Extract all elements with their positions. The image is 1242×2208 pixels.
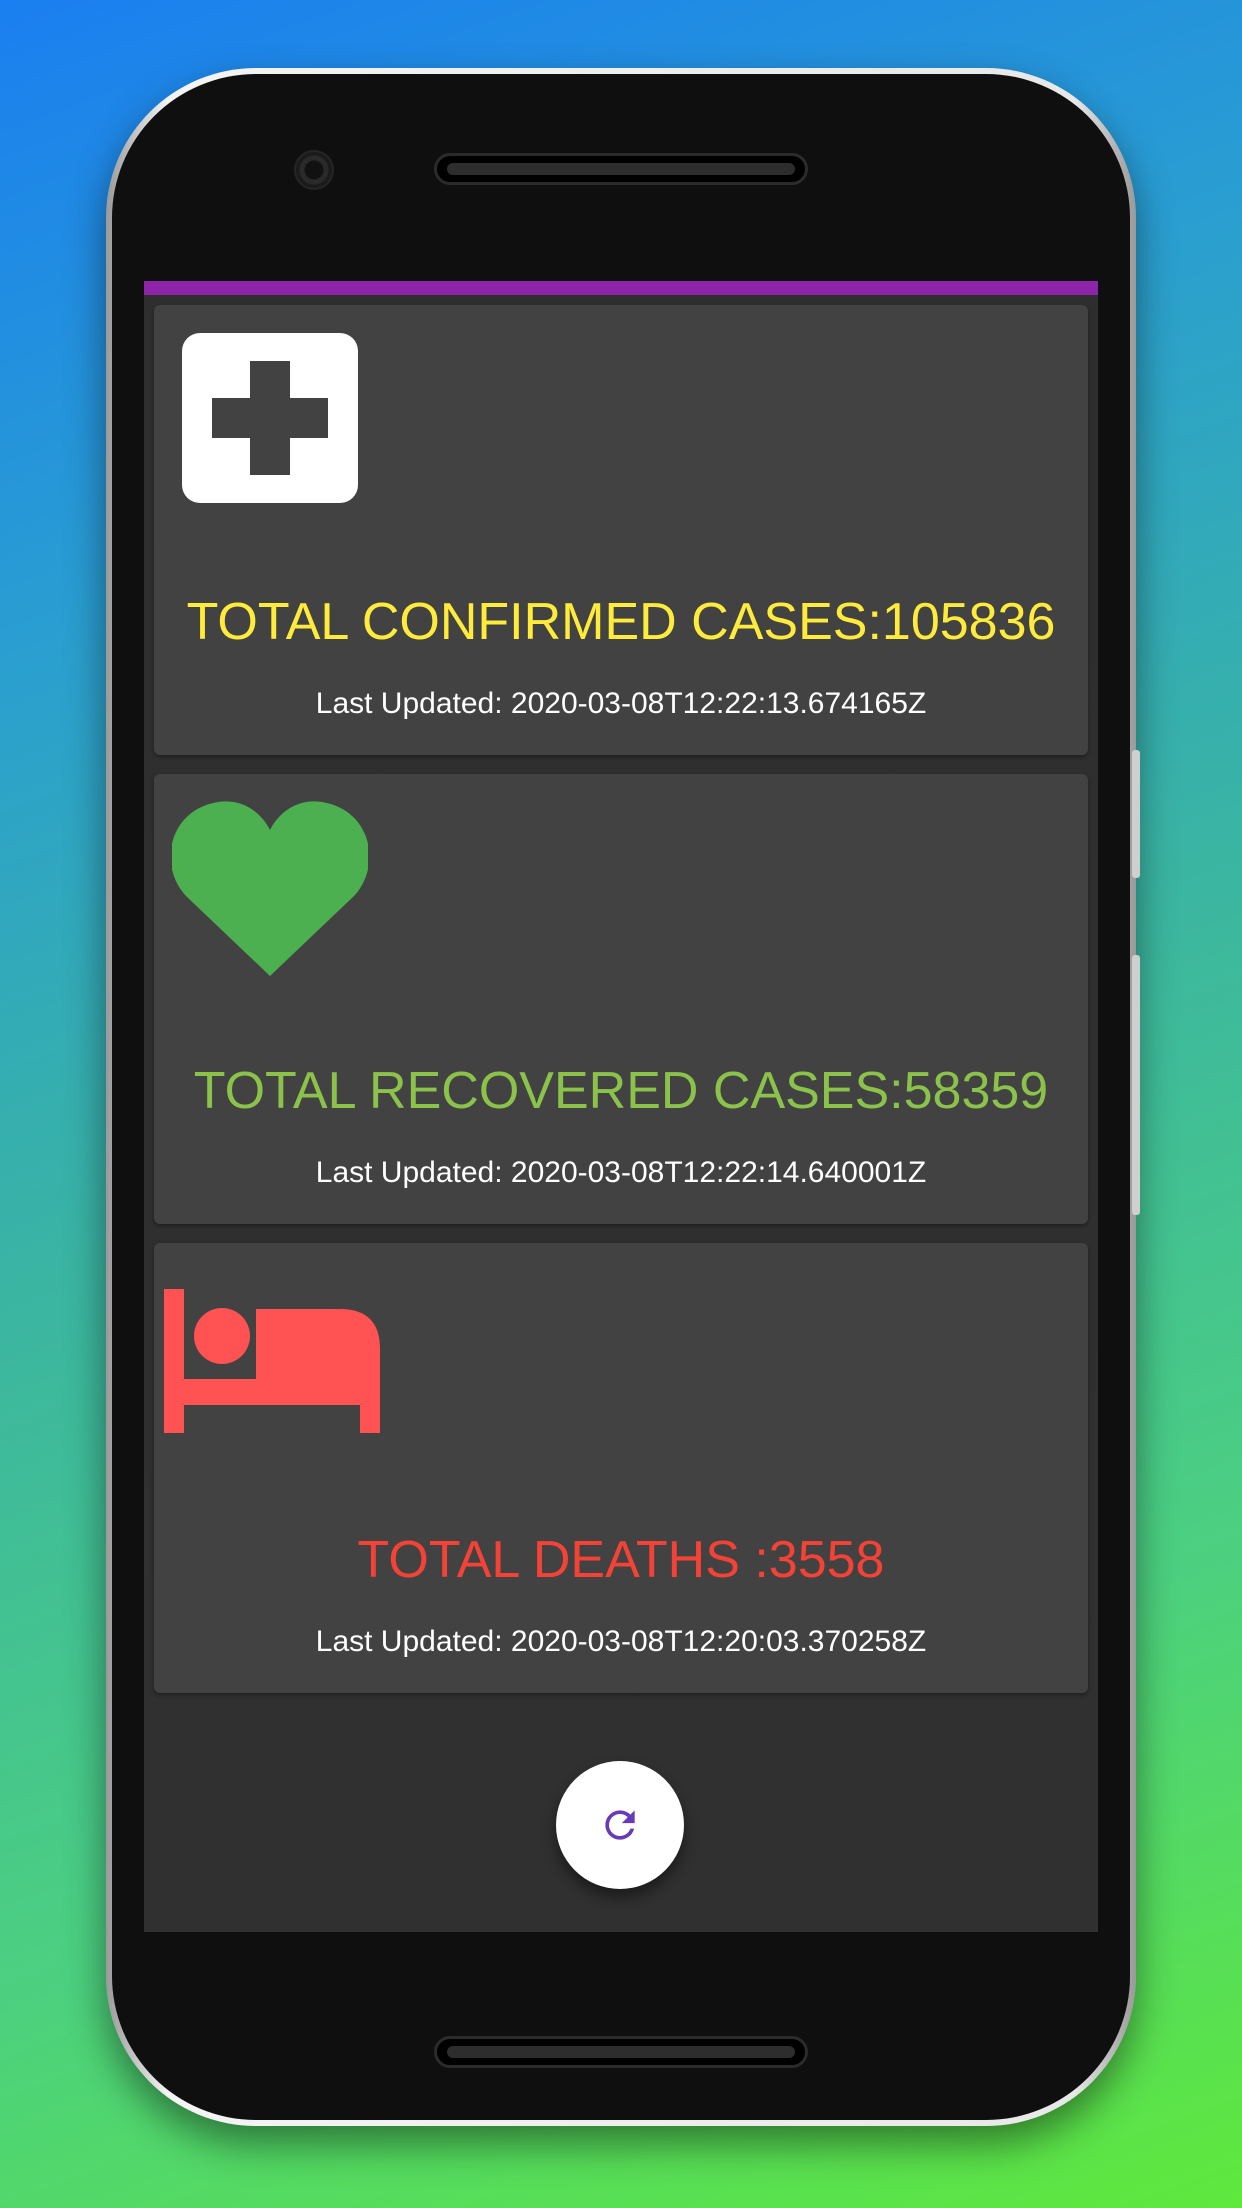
recovered-cases-card: TOTAL RECOVERED CASES:58359 Last Updated…: [154, 774, 1088, 1224]
heart-icon: [172, 801, 368, 976]
front-camera: [294, 150, 334, 190]
bottom-speaker: [434, 2036, 808, 2068]
top-speaker: [434, 153, 808, 185]
deaths-title: TOTAL DEATHS :3558: [357, 1531, 885, 1589]
medical-cross-icon: [182, 333, 358, 503]
refresh-icon: [605, 1810, 635, 1840]
confirmed-cases-card: TOTAL CONFIRMED CASES:105836 Last Update…: [154, 305, 1088, 755]
deaths-card: TOTAL DEATHS :3558 Last Updated: 2020-03…: [154, 1243, 1088, 1693]
confirmed-last-updated: Last Updated: 2020-03-08T12:22:13.674165…: [315, 687, 927, 720]
recovered-cases-title: TOTAL RECOVERED CASES:58359: [193, 1062, 1049, 1120]
bed-icon: [164, 1289, 380, 1433]
app-bar: [144, 281, 1098, 295]
app-screen: TOTAL CONFIRMED CASES:105836 Last Update…: [144, 281, 1098, 1932]
confirmed-cases-title: TOTAL CONFIRMED CASES:105836: [186, 593, 1056, 651]
refresh-button[interactable]: [556, 1761, 684, 1889]
volume-button: [1132, 955, 1140, 1215]
recovered-last-updated: Last Updated: 2020-03-08T12:22:14.640001…: [315, 1156, 927, 1189]
deaths-last-updated: Last Updated: 2020-03-08T12:20:03.370258…: [315, 1625, 927, 1658]
power-button: [1132, 750, 1140, 878]
